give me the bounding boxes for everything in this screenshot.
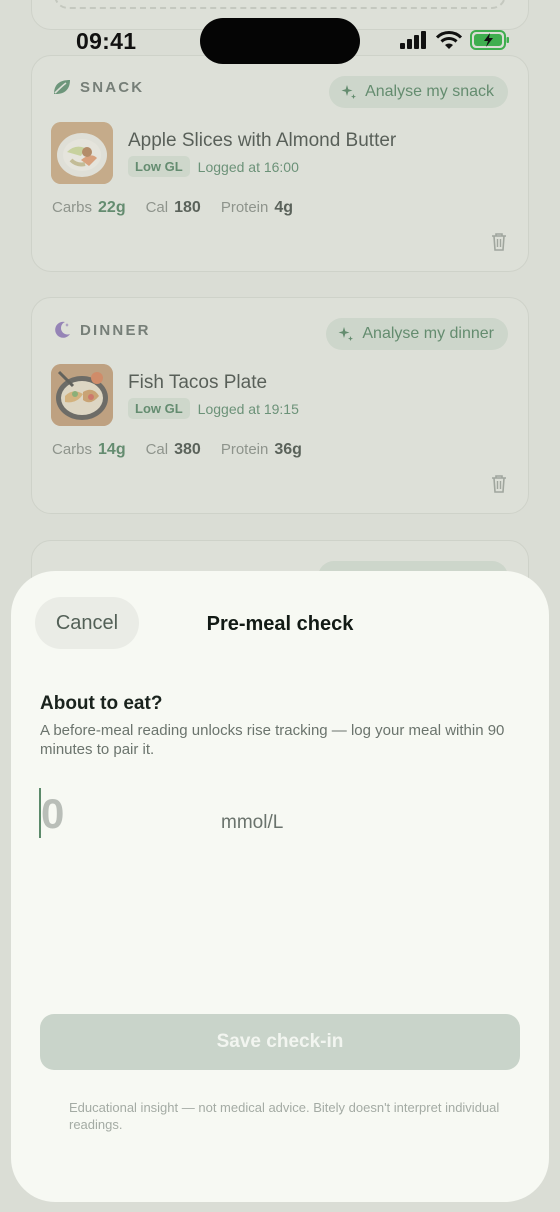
sheet-title: Pre-meal check (206, 613, 354, 635)
wifi-icon (436, 30, 462, 49)
status-bar: 09:41 (0, 0, 560, 70)
status-icons (400, 30, 510, 50)
disclaimer: Educational insight — not medical advice… (69, 1100, 500, 1132)
reading-input-row: mmol/L (39, 786, 519, 842)
sheet-description: A before-meal reading unlocks rise track… (40, 722, 505, 758)
about-to-eat-heading: About to eat? (40, 693, 163, 714)
cellular-signal-icon (400, 31, 426, 49)
save-check-in-button[interactable]: Save check-in (40, 1014, 520, 1070)
pre-meal-check-sheet: Cancel Pre-meal check About to eat? A be… (11, 571, 549, 1202)
status-time: 09:41 (76, 28, 137, 54)
text-caret (39, 788, 41, 838)
glucose-reading-input[interactable] (41, 786, 191, 842)
dynamic-island (200, 18, 360, 64)
unit-label: mmol/L (221, 812, 284, 833)
battery-charging-icon (470, 30, 509, 50)
